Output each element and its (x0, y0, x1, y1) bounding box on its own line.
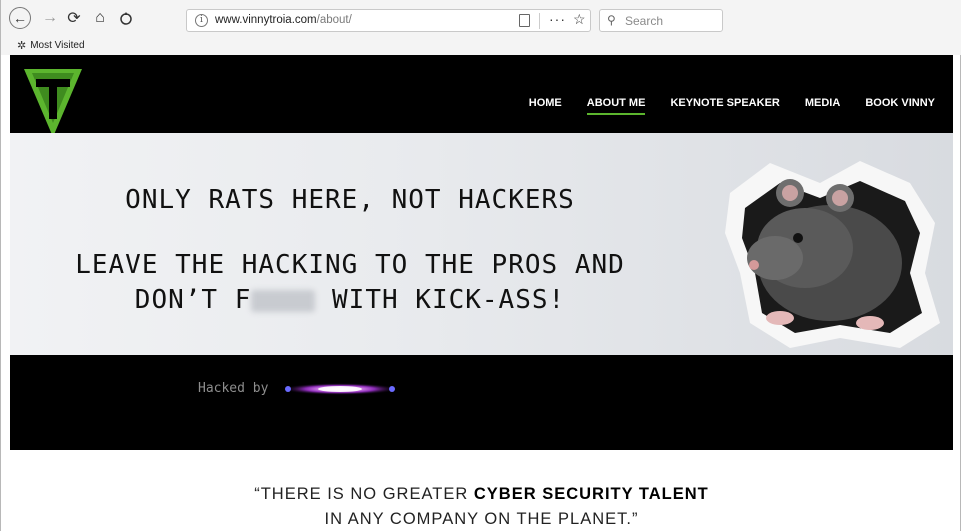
browser-toolbar: ← → ⟳ ⌂ i www.vinnytroia.com/about/ ··· … (1, 0, 961, 36)
forward-button[interactable]: → (39, 7, 61, 29)
gear-icon: ✲ (17, 40, 27, 52)
nav-home[interactable]: HOME (529, 97, 562, 109)
reader-view-icon[interactable] (519, 14, 530, 27)
home-icon[interactable]: ⌂ (89, 7, 111, 29)
tracking-icon[interactable] (115, 7, 137, 29)
reload-button[interactable]: ⟳ (63, 7, 85, 29)
nav-keynote-speaker[interactable]: KEYNOTE SPEAKER (670, 97, 779, 109)
quote-line-1: “THERE IS NO GREATER CYBER SECURITY TALE… (254, 485, 709, 503)
search-icon: ⚲ (607, 13, 616, 27)
url-text: www.vinnytroia.com/about/ (215, 14, 352, 26)
nav-book-vinny[interactable]: BOOK VINNY (865, 97, 935, 109)
quote-line-2: IN ANY COMPANY ON THE PLANET.” (324, 510, 639, 528)
divider (539, 13, 540, 29)
main-navigation: HOME ABOUT ME KEYNOTE SPEAKER MEDIA BOOK… (529, 97, 935, 115)
bookmark-star-icon[interactable]: ☆ (573, 11, 586, 28)
testimonial-quote: “THERE IS NO GREATER CYBER SECURITY TALE… (10, 450, 953, 531)
rat-image (725, 161, 940, 348)
hacked-by-text: Hacked by (198, 381, 269, 396)
bookmarks-toolbar: ✲ Most Visited (1, 36, 961, 55)
info-icon[interactable]: i (195, 14, 208, 27)
address-bar[interactable]: i www.vinnytroia.com/about/ ··· ☆ (186, 9, 591, 32)
hacker-signature-glow (282, 383, 398, 395)
hero-line-2: LEAVE THE HACKING TO THE PROS AND (75, 250, 625, 280)
hero-line-3: DON’T F WITH KICK-ASS! (134, 285, 566, 315)
hero-headline: ONLY RATS HERE, NOT HACKERS (125, 185, 575, 215)
bookmark-most-visited[interactable]: ✲ Most Visited (17, 39, 85, 52)
site-header: HOME ABOUT ME KEYNOTE SPEAKER MEDIA BOOK… (10, 55, 953, 137)
hero-banner: ONLY RATS HERE, NOT HACKERS LEAVE THE HA… (10, 133, 953, 355)
site-logo[interactable] (22, 65, 84, 139)
nav-about-me[interactable]: ABOUT ME (586, 97, 645, 115)
browser-window: ← → ⟳ ⌂ i www.vinnytroia.com/about/ ··· … (0, 0, 961, 531)
search-input[interactable]: ⚲ Search (599, 9, 723, 32)
censored-word (251, 289, 316, 312)
back-button[interactable]: ← (9, 7, 31, 29)
hacked-banner: Hacked by (10, 355, 953, 450)
page-actions-icon[interactable]: ··· (549, 11, 566, 27)
nav-media[interactable]: MEDIA (805, 97, 840, 109)
